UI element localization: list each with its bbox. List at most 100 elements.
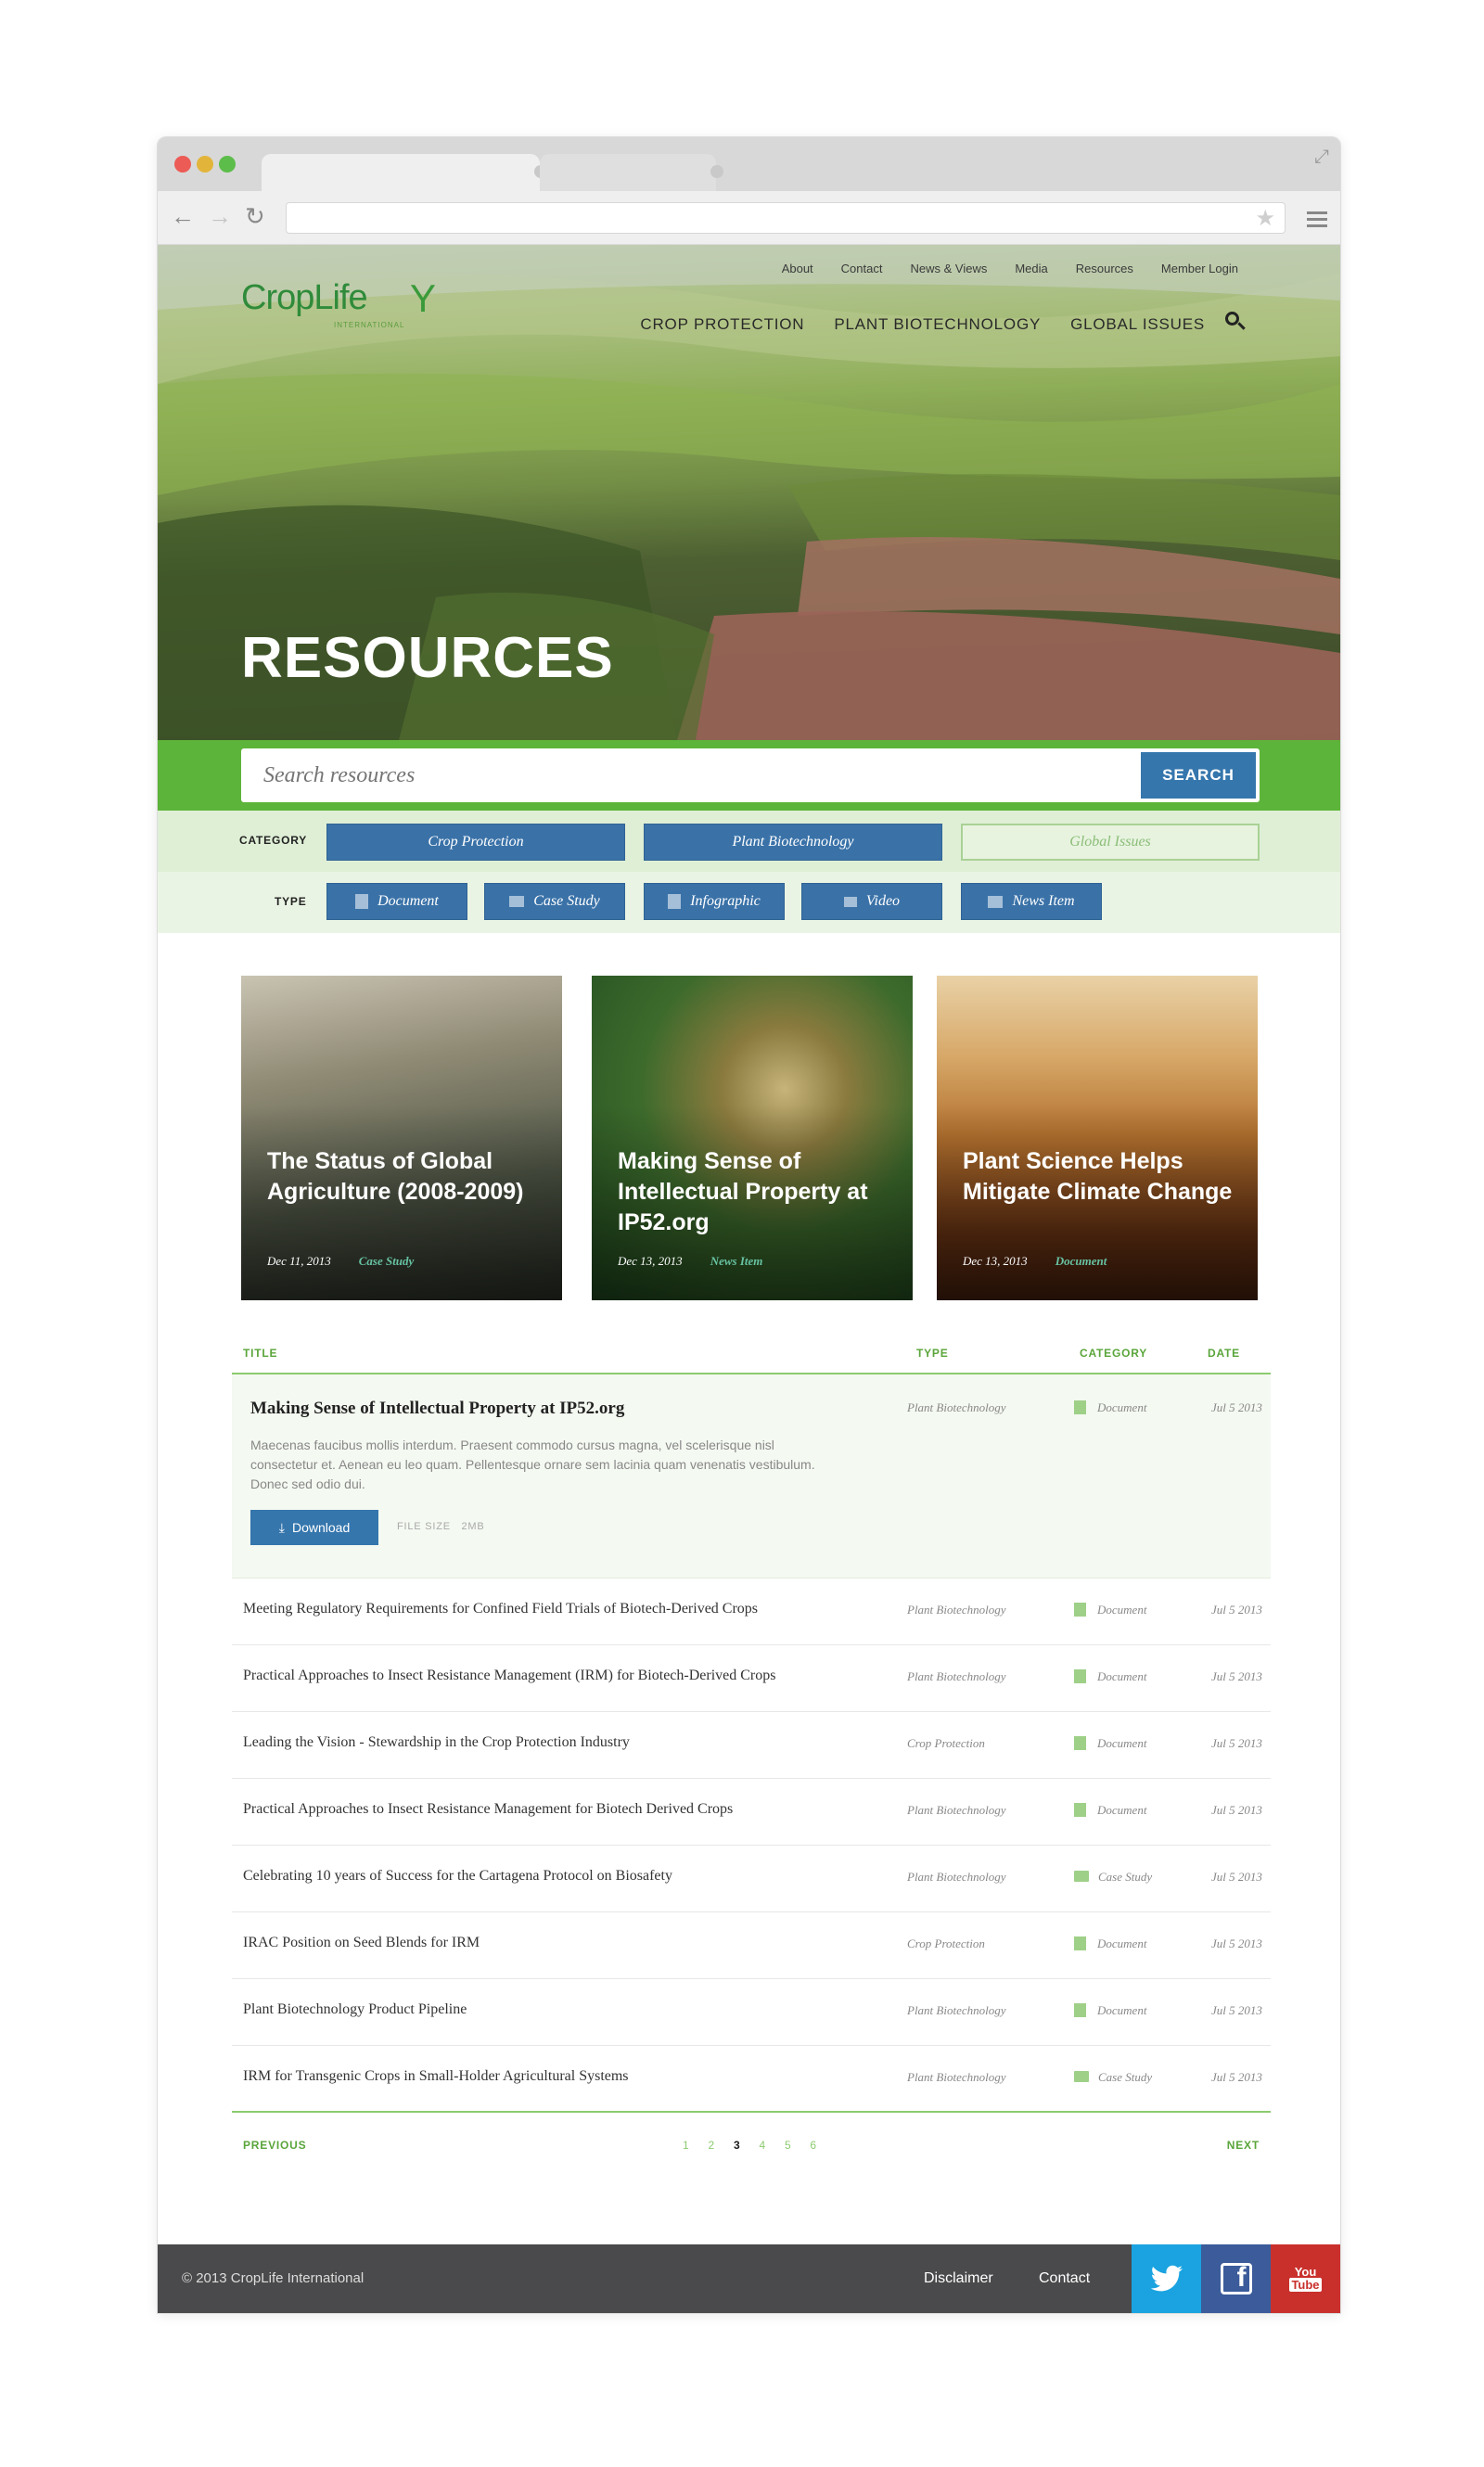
row-date: Jul 5 2013 xyxy=(1211,1870,1262,1884)
row-title[interactable]: Meeting Regulatory Requirements for Conf… xyxy=(243,1601,758,1617)
table-row[interactable]: Practical Approaches to Insect Resistanc… xyxy=(232,1645,1271,1712)
download-button[interactable]: ⤓ Download xyxy=(250,1510,378,1545)
util-nav-media[interactable]: Media xyxy=(1015,262,1047,275)
table-row[interactable]: Practical Approaches to Insect Resistanc… xyxy=(232,1779,1271,1846)
reload-icon[interactable]: ↻ xyxy=(245,202,265,230)
featured-card[interactable]: Making Sense of Intellectual Property at… xyxy=(592,976,913,1300)
filter-infographic[interactable]: Infographic xyxy=(644,883,785,920)
util-nav-member-login[interactable]: Member Login xyxy=(1161,262,1238,275)
row-title[interactable]: Plant Biotechnology Product Pipeline xyxy=(243,2001,467,2018)
back-arrow-icon[interactable]: ← xyxy=(171,202,195,230)
twitter-icon[interactable] xyxy=(1132,2244,1201,2313)
document-icon xyxy=(355,894,369,909)
category-label: CATEGORY xyxy=(239,834,308,847)
resources-table-header: TITLE TYPE CATEGORY DATE xyxy=(232,1336,1271,1374)
row-title[interactable]: IRAC Position on Seed Blends for IRM xyxy=(243,1935,480,1951)
column-category[interactable]: CATEGORY xyxy=(1080,1347,1147,1360)
fullscreen-icon[interactable]: ⤢ xyxy=(1314,147,1329,168)
row-date: Jul 5 2013 xyxy=(1211,1669,1262,1683)
table-row[interactable]: Meeting Regulatory Requirements for Conf… xyxy=(232,1579,1271,1645)
column-type[interactable]: TYPE xyxy=(916,1347,949,1360)
page-link-current[interactable]: 3 xyxy=(734,2139,740,2152)
row-date: Jul 5 2013 xyxy=(1211,1803,1262,1817)
table-row[interactable]: Plant Biotechnology Product Pipeline Pla… xyxy=(232,1979,1271,2046)
filter-crop-protection[interactable]: Crop Protection xyxy=(326,824,625,861)
browser-menu-icon[interactable] xyxy=(1307,211,1327,231)
page-link[interactable]: 6 xyxy=(810,2139,816,2152)
filter-plant-biotechnology[interactable]: Plant Biotechnology xyxy=(644,824,942,861)
sprout-icon: Y xyxy=(410,276,437,320)
forward-arrow-icon[interactable]: → xyxy=(208,202,232,230)
next-page-link[interactable]: NEXT xyxy=(1227,2139,1260,2152)
row-type: Crop Protection xyxy=(907,1736,985,1750)
main-nav-plant-biotechnology[interactable]: PLANT BIOTECHNOLOGY xyxy=(834,315,1041,334)
page-link[interactable]: 2 xyxy=(708,2139,714,2152)
featured-card[interactable]: Plant Science Helps Mitigate Climate Cha… xyxy=(937,976,1258,1300)
youtube-tube: Tube xyxy=(1289,2278,1322,2292)
hero-banner: CropLife Y INTERNATIONAL About Contact N… xyxy=(158,245,1340,740)
address-bar[interactable]: ★ xyxy=(286,202,1286,234)
filter-label-text: Infographic xyxy=(690,893,761,909)
close-window-button[interactable] xyxy=(174,156,191,173)
table-row[interactable]: IRM for Transgenic Crops in Small-Holder… xyxy=(232,2046,1271,2113)
bookmark-star-icon[interactable]: ★ xyxy=(1255,205,1275,232)
croplife-logo[interactable]: CropLife Y INTERNATIONAL xyxy=(241,276,436,329)
search-input[interactable] xyxy=(241,748,1132,802)
expanded-table-row[interactable]: Making Sense of Intellectual Property at… xyxy=(232,1374,1271,1579)
footer-link-disclaimer[interactable]: Disclaimer xyxy=(924,2270,993,2287)
row-date: Jul 5 2013 xyxy=(1211,1400,1262,1414)
filter-news-item[interactable]: News Item xyxy=(961,883,1102,920)
row-category-text: Document xyxy=(1097,1603,1147,1617)
minimize-window-button[interactable] xyxy=(197,156,213,173)
row-type: Plant Biotechnology xyxy=(907,1400,1006,1414)
main-nav-crop-protection[interactable]: CROP PROTECTION xyxy=(640,315,804,334)
download-label: Download xyxy=(291,1520,351,1535)
main-nav-global-issues[interactable]: GLOBAL ISSUES xyxy=(1070,315,1205,334)
filter-case-study[interactable]: Case Study xyxy=(484,883,625,920)
previous-page-link[interactable]: PREVIOUS xyxy=(243,2139,306,2152)
featured-card[interactable]: The Status of Global Agriculture (2008-2… xyxy=(241,976,562,1300)
row-category-text: Document xyxy=(1097,1803,1147,1817)
maximize-window-button[interactable] xyxy=(219,156,236,173)
util-nav-resources[interactable]: Resources xyxy=(1076,262,1133,275)
row-category: Document xyxy=(1074,1937,1146,1951)
util-nav-contact[interactable]: Contact xyxy=(841,262,883,275)
table-row[interactable]: Leading the Vision - Stewardship in the … xyxy=(232,1712,1271,1779)
facebook-icon[interactable]: f xyxy=(1201,2244,1271,2313)
document-icon xyxy=(1074,1937,1086,1950)
row-title[interactable]: Practical Approaches to Insect Resistanc… xyxy=(243,1801,733,1818)
row-title[interactable]: IRM for Transgenic Crops in Small-Holder… xyxy=(243,2068,629,2085)
youtube-icon[interactable]: You Tube xyxy=(1271,2244,1340,2313)
table-row[interactable]: IRAC Position on Seed Blends for IRM Cro… xyxy=(232,1912,1271,1979)
page-link[interactable]: 4 xyxy=(759,2139,765,2152)
column-title[interactable]: TITLE xyxy=(243,1347,277,1360)
util-nav-news[interactable]: News & Views xyxy=(910,262,987,275)
row-title[interactable]: Celebrating 10 years of Success for the … xyxy=(243,1868,672,1885)
row-category-text: Document xyxy=(1097,1736,1147,1750)
row-category: Document xyxy=(1074,1803,1146,1818)
row-category: Document xyxy=(1074,1603,1146,1617)
util-nav-about[interactable]: About xyxy=(782,262,813,275)
document-icon xyxy=(1074,1803,1086,1817)
youtube-you: You xyxy=(1294,2265,1317,2279)
card-title: Making Sense of Intellectual Property at… xyxy=(618,1148,868,1235)
page-link[interactable]: 5 xyxy=(785,2139,791,2152)
row-title[interactable]: Leading the Vision - Stewardship in the … xyxy=(243,1734,630,1751)
footer-link-contact[interactable]: Contact xyxy=(1039,2270,1090,2287)
search-icon[interactable] xyxy=(1225,312,1246,332)
type-filter-row: TYPE Document Case Study Infographic Vid… xyxy=(158,872,1340,933)
search-button[interactable]: SEARCH xyxy=(1141,752,1256,799)
column-date[interactable]: DATE xyxy=(1208,1347,1240,1360)
tab-close-icon[interactable] xyxy=(710,165,723,178)
filter-document[interactable]: Document xyxy=(326,883,467,920)
row-date: Jul 5 2013 xyxy=(1211,2003,1262,2017)
row-category-text: Document xyxy=(1097,1669,1147,1683)
page-link[interactable]: 1 xyxy=(683,2139,689,2152)
filter-video[interactable]: Video xyxy=(801,883,942,920)
table-row[interactable]: Celebrating 10 years of Success for the … xyxy=(232,1846,1271,1912)
browser-tab-inactive[interactable] xyxy=(540,154,723,191)
filter-global-issues[interactable]: Global Issues xyxy=(961,824,1260,861)
row-title[interactable]: Practical Approaches to Insect Resistanc… xyxy=(243,1668,775,1684)
row-title[interactable]: Making Sense of Intellectual Property at… xyxy=(250,1399,624,1419)
browser-tab-active[interactable] xyxy=(262,154,547,191)
